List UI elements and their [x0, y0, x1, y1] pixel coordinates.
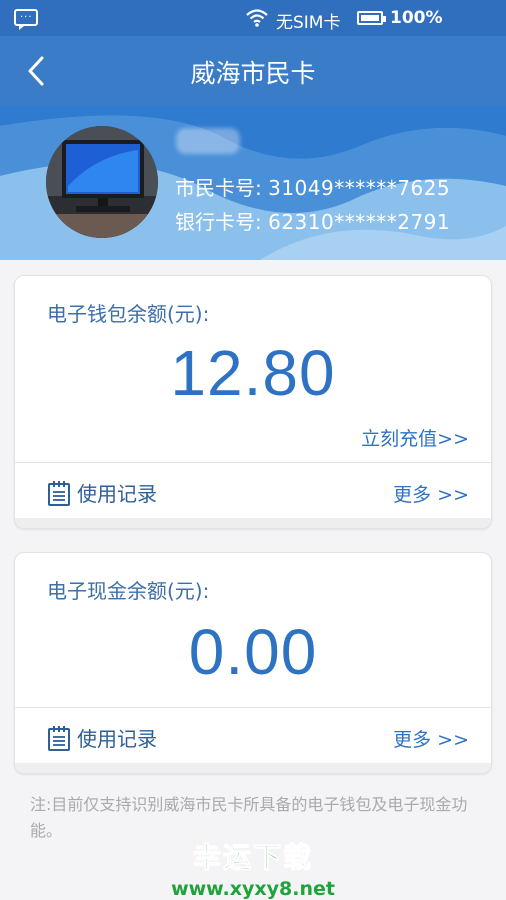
- e-wallet-usage-record-link[interactable]: 使用记录: [47, 478, 157, 507]
- e-cash-label: 电子现金余额(元):: [47, 579, 210, 603]
- avatar-photo: [46, 126, 158, 238]
- e-wallet-more-link[interactable]: 更多 >>: [393, 480, 469, 507]
- e-cash-balance: 0.00: [188, 616, 318, 688]
- recharge-link[interactable]: 立刻充值>>: [361, 424, 469, 451]
- citizen-card-row: 市民卡号: 31049******7625: [175, 172, 450, 201]
- e-wallet-card: 电子钱包余额(元): 12.80 立刻充值>> 使用记录 更多 >>: [14, 275, 492, 529]
- citizen-card-number: 31049******7625: [268, 176, 451, 200]
- e-cash-usage-record-label: 使用记录: [77, 727, 157, 751]
- e-wallet-balance: 12.80: [170, 337, 336, 409]
- divider: [15, 707, 491, 708]
- e-wallet-usage-record-label: 使用记录: [77, 482, 157, 506]
- e-wallet-label: 电子钱包余额(元):: [47, 302, 210, 326]
- e-cash-card: 电子现金余额(元): 0.00 使用记录 更多 >>: [14, 552, 492, 774]
- page-title: 威海市民卡: [190, 59, 316, 88]
- bank-card-number: 62310******2791: [268, 210, 451, 234]
- app-header: 威海市民卡: [0, 36, 506, 106]
- e-wallet-footer: 使用记录 更多 >>: [15, 464, 491, 520]
- watermark-url: www.xyxy8.net: [171, 878, 335, 900]
- avatar[interactable]: [46, 126, 158, 238]
- divider: [15, 462, 491, 463]
- card-bottom-strip: [15, 518, 491, 528]
- e-cash-footer: 使用记录 更多 >>: [15, 709, 491, 765]
- status-bar: ··· 无SIM卡 100%: [0, 0, 506, 36]
- bank-card-row: 银行卡号: 62310******2791: [175, 206, 450, 235]
- wifi-icon: [246, 9, 268, 27]
- card-bottom-strip: [15, 763, 491, 773]
- battery-icon: [357, 11, 386, 25]
- calendar-icon: [48, 725, 70, 751]
- e-cash-more-link[interactable]: 更多 >>: [393, 725, 469, 752]
- sim-status-text: 无SIM卡: [276, 13, 341, 33]
- e-cash-usage-record-link[interactable]: 使用记录: [47, 723, 157, 752]
- bank-card-label: 银行卡号:: [175, 210, 262, 234]
- watermark: 幸运下载 www.xyxy8.net: [0, 836, 506, 900]
- user-name-blurred: [176, 128, 240, 154]
- message-icon: ···: [14, 9, 38, 30]
- citizen-card-label: 市民卡号:: [175, 176, 262, 200]
- battery-level-text: 100%: [390, 8, 443, 28]
- calendar-icon: [48, 480, 70, 506]
- watermark-title: 幸运下载: [192, 841, 313, 875]
